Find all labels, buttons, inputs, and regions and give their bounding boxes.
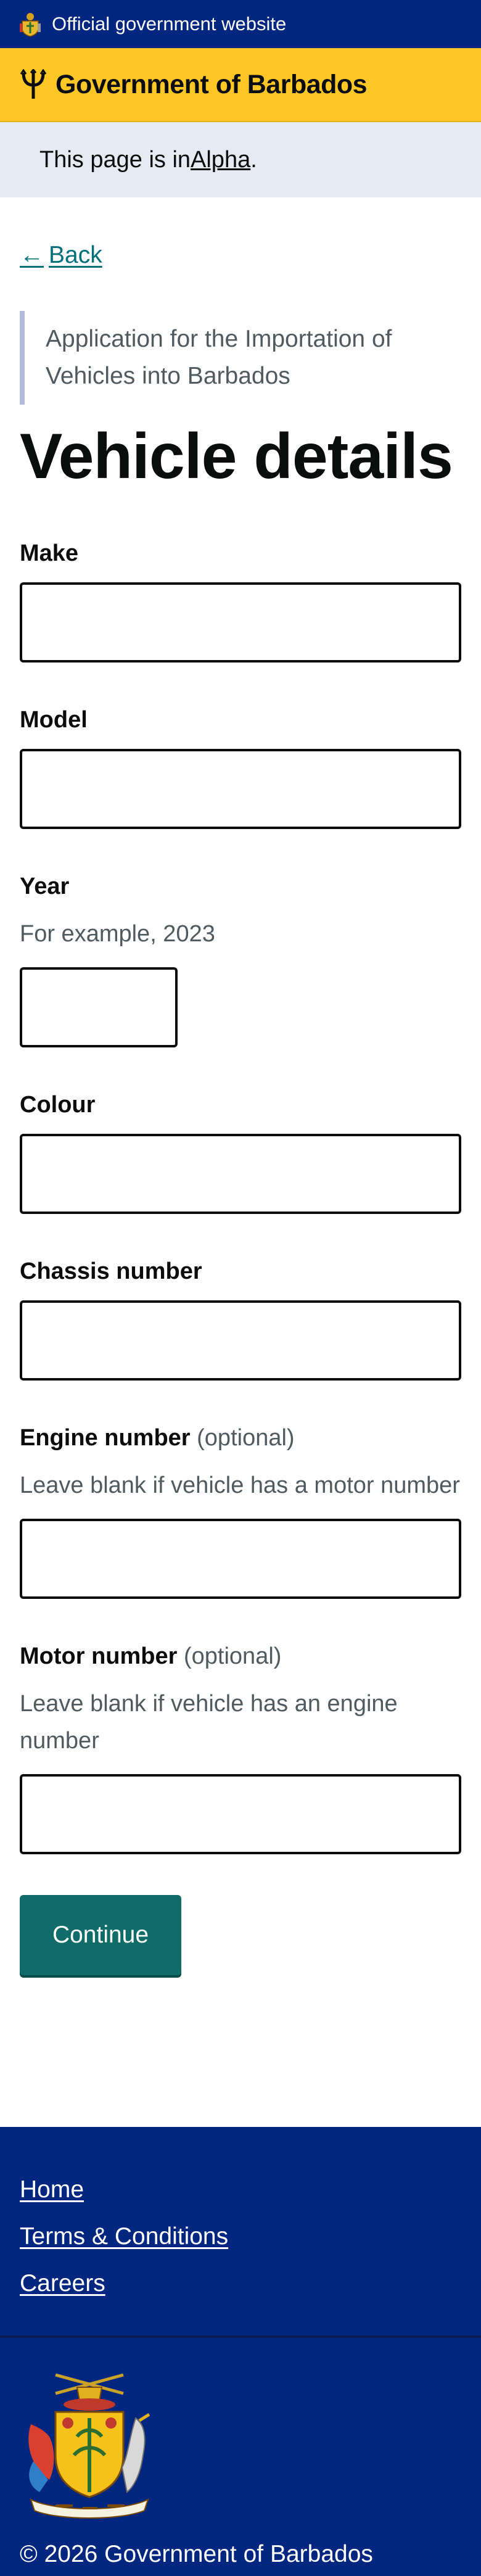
government-bar[interactable]: Government of Barbados [0,48,481,122]
motor-optional-tag: (optional) [184,1643,282,1669]
phase-alpha-link[interactable]: Alpha [191,147,250,173]
copyright-text: © 2026 Government of Barbados [20,2541,373,2567]
back-label: Back [49,242,102,268]
year-label: Year [20,873,70,899]
model-label: Model [20,707,88,733]
colour-field-group: Colour [20,1091,461,1214]
footer-link-home[interactable]: Home [20,2166,461,2213]
colour-input[interactable] [20,1134,461,1214]
chassis-number-label: Chassis number [20,1258,202,1284]
motor-field-group: Motor number (optional) Leave blank if v… [20,1642,461,1854]
engine-field-group: Engine number (optional) Leave blank if … [20,1424,461,1599]
site-header: Official government website Government o… [0,0,481,197]
service-caption: Application for the Importation of Vehic… [20,311,451,405]
main-content: ← Back Application for the Importation of… [0,197,481,1975]
phase-suffix: . [250,146,257,173]
phase-prefix: This page is in [39,146,191,173]
make-label: Make [20,540,79,566]
motor-number-hint: Leave blank if vehicle has an engine num… [20,1691,398,1754]
trident-icon [20,69,47,99]
model-field-group: Model [20,706,461,829]
year-input[interactable] [20,967,178,1047]
footer-links: Home Terms & Conditions Careers [0,2127,481,2338]
engine-number-hint: Leave blank if vehicle has a motor numbe… [20,1472,460,1498]
motor-number-input[interactable] [20,1774,461,1854]
footer-link-careers[interactable]: Careers [20,2260,461,2307]
engine-number-input[interactable] [20,1519,461,1599]
chassis-number-input[interactable] [20,1300,461,1381]
back-arrow-icon: ← [20,242,44,268]
official-website-strip: Official government website [0,0,481,48]
continue-button[interactable]: Continue [20,1895,181,1975]
year-hint: For example, 2023 [20,921,215,947]
motor-number-label-wrap: Motor number (optional) [20,1643,281,1669]
engine-number-label: Engine number [20,1425,191,1451]
engine-optional-tag: (optional) [197,1425,295,1451]
make-input[interactable] [20,582,461,663]
official-website-text: Official government website [52,13,287,35]
engine-number-label-wrap: Engine number (optional) [20,1425,295,1451]
crest-icon [20,13,41,37]
page-title: Vehicle details [20,421,453,492]
phase-banner: This page is in Alpha. [0,122,481,197]
footer-link-terms[interactable]: Terms & Conditions [20,2213,461,2260]
year-field-group: Year For example, 2023 [20,872,461,1047]
colour-label: Colour [20,1092,96,1118]
government-name: Government of Barbados [56,69,368,99]
chassis-field-group: Chassis number [20,1257,461,1381]
back-link[interactable]: ← Back [20,242,102,269]
coat-of-arms-icon [28,2373,150,2519]
motor-number-label: Motor number [20,1643,178,1669]
model-input[interactable] [20,749,461,829]
site-footer: Home Terms & Conditions Careers © 2026 G… [0,2127,481,2576]
make-field-group: Make [20,539,461,663]
